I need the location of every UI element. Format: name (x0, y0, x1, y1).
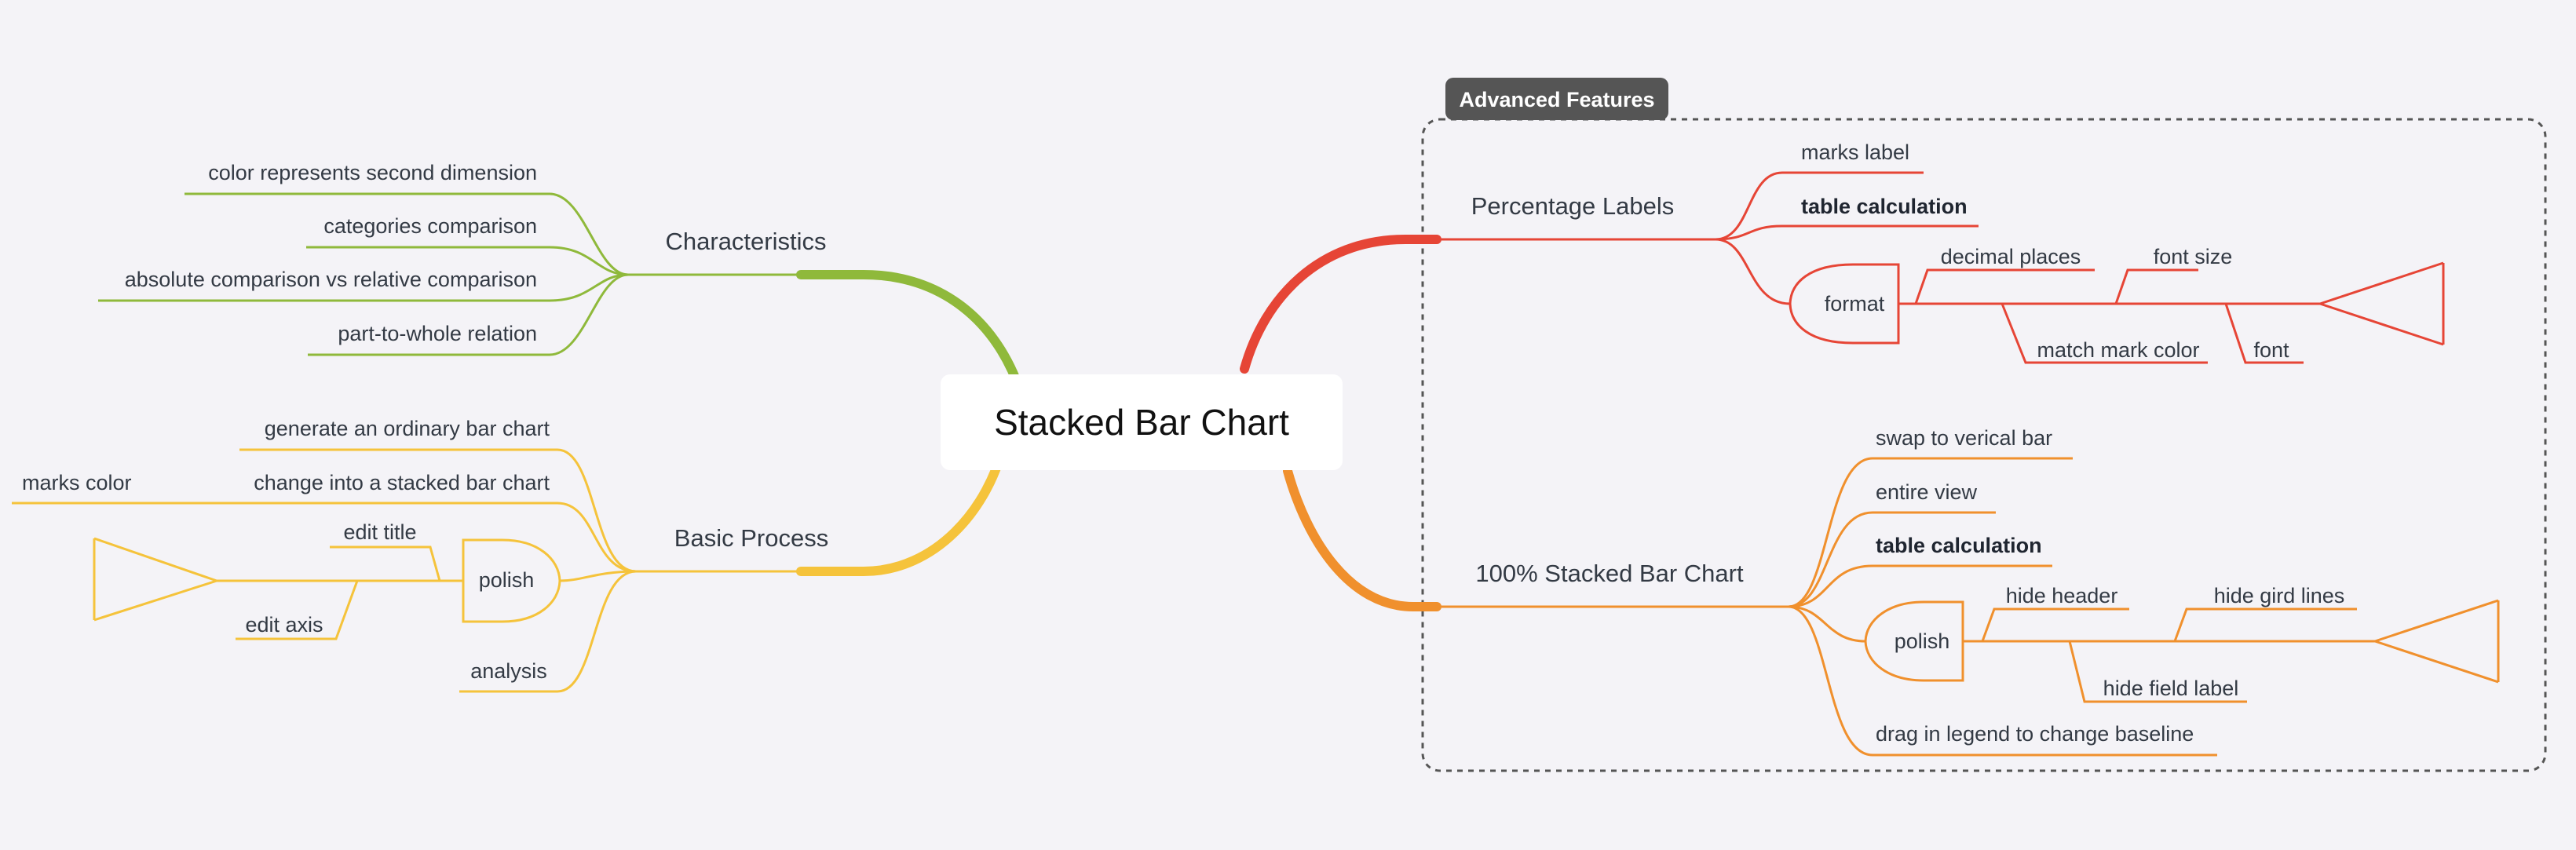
leaf-marks-label[interactable]: marks label (1801, 140, 1909, 164)
leaf-hide-field-label[interactable]: hide field label (2103, 677, 2239, 700)
node-polish-advanced[interactable]: polish (1895, 629, 1950, 653)
leaf-match-mark-color[interactable]: match mark color (2037, 338, 2199, 362)
leaf-table-calculation-100[interactable]: table calculation (1876, 534, 2042, 557)
central-topic-label: Stacked Bar Chart (994, 402, 1289, 443)
leaf-table-calculation-percentage[interactable]: table calculation (1801, 195, 1968, 218)
leaf-color-second-dimension[interactable]: color represents second dimension (208, 161, 537, 184)
leaf-font[interactable]: font (2253, 338, 2289, 362)
branch-line-100-stacked (1283, 466, 1441, 611)
leaf-marks-color[interactable]: marks color (22, 471, 132, 494)
mind-map: Advanced Features Characteristics color … (12, 78, 2547, 772)
branch-percentage-labels[interactable]: Percentage Labels (1471, 192, 1675, 220)
leaf-absolute-relative[interactable]: absolute comparison vs relative comparis… (125, 268, 537, 291)
branch-line-percentage-labels (1240, 235, 1441, 374)
leaf-generate-bar-chart[interactable]: generate an ordinary bar chart (265, 417, 550, 440)
leaf-edit-title[interactable]: edit title (343, 520, 416, 544)
branch-basic-process[interactable]: Basic Process (674, 524, 828, 552)
mind-map-canvas: Advanced Features Characteristics color … (0, 0, 2576, 850)
leaf-hide-header[interactable]: hide header (2006, 584, 2118, 607)
leaf-edit-axis[interactable]: edit axis (245, 613, 323, 637)
leaf-swap-vertical[interactable]: swap to verical bar (1876, 426, 2052, 450)
leaf-font-size[interactable]: font size (2154, 245, 2233, 268)
leaf-hide-grid-lines[interactable]: hide gird lines (2214, 584, 2345, 607)
branch-100-stacked-bar-chart[interactable]: 100% Stacked Bar Chart (1475, 560, 1744, 587)
node-format[interactable]: format (1825, 292, 1885, 316)
leaf-categories-comparison[interactable]: categories comparison (323, 214, 537, 238)
node-polish-basic[interactable]: polish (479, 568, 535, 592)
leaf-decimal-places[interactable]: decimal places (1941, 245, 2081, 268)
leaf-drag-legend[interactable]: drag in legend to change baseline (1876, 722, 2194, 746)
leaf-part-to-whole[interactable]: part-to-whole relation (338, 322, 537, 345)
branch-characteristics[interactable]: Characteristics (666, 228, 827, 255)
leaf-analysis[interactable]: analysis (470, 659, 547, 683)
leaf-entire-view[interactable]: entire view (1876, 480, 1978, 504)
leaf-change-stacked[interactable]: change into a stacked bar chart (254, 471, 550, 494)
advanced-features-tag-label: Advanced Features (1459, 88, 1654, 111)
